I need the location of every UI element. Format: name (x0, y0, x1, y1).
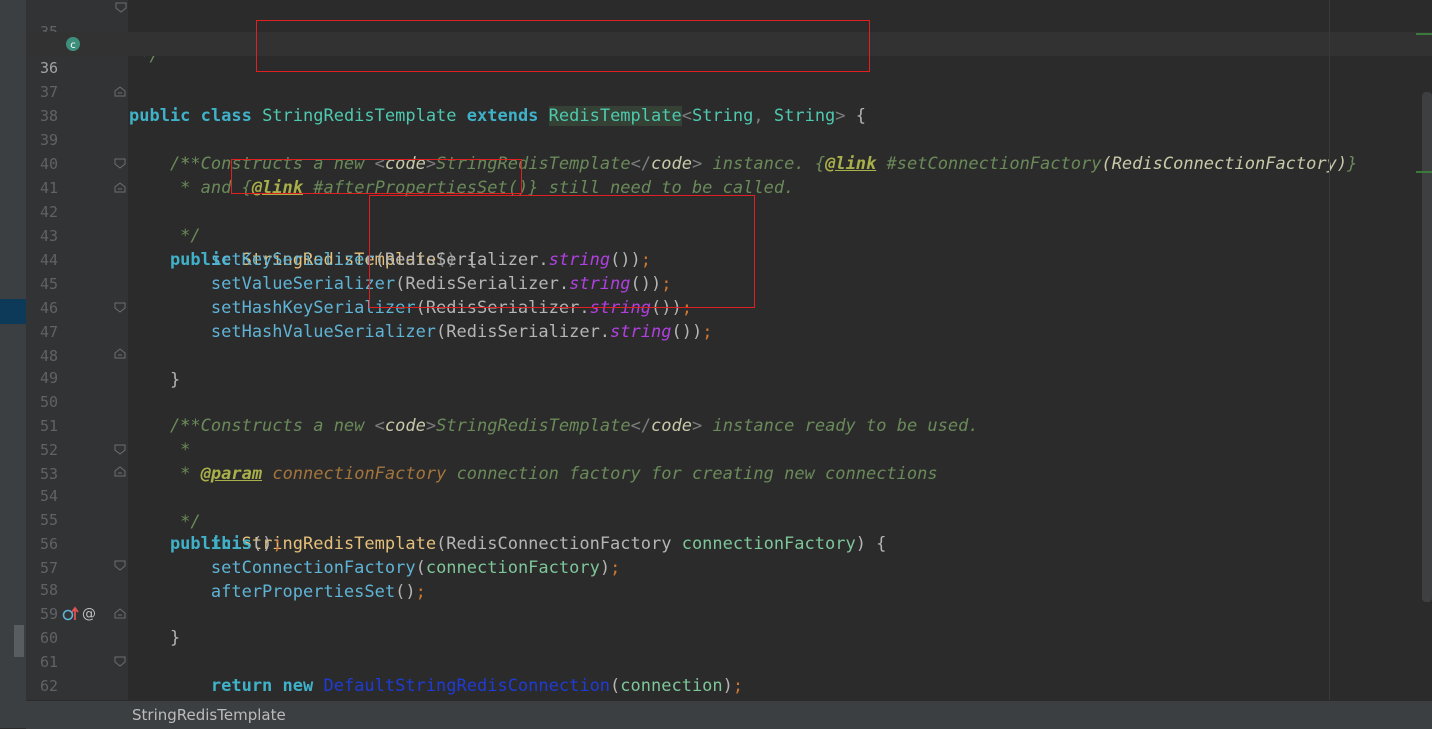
fold-start-icon[interactable] (114, 466, 126, 477)
change-marker[interactable] (1416, 171, 1432, 173)
code-line: 51 * (26, 390, 1432, 460)
tool-window-selected-marker[interactable] (0, 299, 26, 324)
code-line-current: 36 c public class StringRedisTemplate ex… (26, 32, 1432, 126)
code-line: 59 (26, 578, 1432, 623)
code-line: 50 * Constructs a new <code>StringRedisT… (26, 366, 1432, 436)
status-left-strip (0, 700, 26, 728)
code-line: 38 /** (26, 80, 1432, 174)
code-line: 49 /** (26, 342, 1432, 436)
code-line: 58 } (26, 554, 1432, 648)
tool-window-marker[interactable] (14, 625, 24, 657)
code-line: 61 return new DefaultStringRedisConnecti… (26, 626, 1432, 696)
fold-end-icon[interactable] (114, 158, 126, 169)
tool-window-strip (0, 0, 26, 700)
fold-start-icon[interactable] (114, 86, 126, 97)
svg-text:c: c (70, 40, 76, 51)
code-line: 46 setHashValueSerializer(RedisSerialize… (26, 272, 1432, 342)
code-line: 62 } (26, 650, 1432, 695)
code-line: 55 this(); (26, 484, 1432, 554)
code-line: 45 setHashKeySerializer(RedisSerializer.… (26, 248, 1432, 318)
vertical-scrollbar[interactable] (1422, 92, 1432, 602)
fold-end-icon[interactable] (114, 560, 126, 571)
right-margin-guide (1329, 0, 1330, 700)
code-line: 54 public StringRedisTemplate(RedisConne… (26, 460, 1432, 554)
code-line: 41 */ (26, 152, 1432, 246)
code-line: 42 public StringRedisTemplate() { (26, 176, 1432, 270)
code-line: 60 @ protected RedisConnection preProces… (26, 602, 1432, 647)
fold-start-icon[interactable] (114, 608, 126, 619)
code-line: 53 */ (26, 438, 1432, 532)
class-icon[interactable]: c (64, 35, 82, 58)
code-line: 44 setValueSerializer(RedisSerializer.st… (26, 224, 1432, 294)
change-marker[interactable] (1416, 33, 1432, 35)
code-line: 37 (26, 56, 1432, 101)
code-line: 57 afterPropertiesSet(); (26, 532, 1432, 602)
breadcrumb-bar: StringRedisTemplate (26, 700, 1432, 729)
fold-start-icon[interactable] (114, 182, 126, 193)
fold-end-icon[interactable] (114, 656, 126, 667)
code-line: 48 (26, 320, 1432, 365)
code-line: 63 } (26, 674, 1432, 698)
code-line: 35 */ (26, 0, 1432, 66)
code-line: 56 setConnectionFactory(connectionFactor… (26, 508, 1432, 578)
code-line: 47 } (26, 296, 1432, 390)
code-editor[interactable]: 35 */ 36 c public class StringRedisTempl… (26, 0, 1432, 700)
override-icon[interactable] (62, 605, 80, 628)
fold-end-icon[interactable] (115, 2, 127, 13)
code-line: 39 * Constructs a new <code>StringRedisT… (26, 104, 1432, 174)
code-line: 40 * and {@link #afterPropertiesSet()} s… (26, 128, 1432, 198)
code-line: 52 * @param connectionFactory connection… (26, 414, 1432, 484)
code-line: 43 setKeySerializer(RedisSerializer.stri… (26, 200, 1432, 270)
fold-end-icon[interactable] (114, 444, 126, 455)
fold-start-icon[interactable] (114, 348, 126, 359)
breadcrumb[interactable]: StringRedisTemplate (132, 703, 286, 727)
fold-end-icon[interactable] (114, 302, 126, 313)
annotation-icon[interactable]: @ (82, 605, 96, 623)
